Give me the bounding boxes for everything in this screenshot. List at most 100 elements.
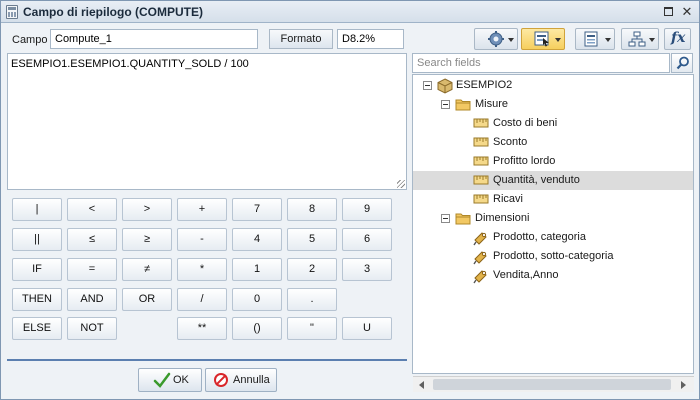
key-button[interactable]: ≥ bbox=[122, 228, 172, 251]
key-button[interactable]: | bbox=[12, 198, 62, 221]
field-name-input[interactable] bbox=[50, 29, 258, 49]
title-bar[interactable]: Campo di riepilogo (COMPUTE) ✕ bbox=[1, 1, 699, 23]
fields-tree: ESEMPIO2 Misure Costo di beni Sconto Profi… bbox=[412, 74, 694, 374]
key-button[interactable]: 5 bbox=[287, 228, 337, 251]
key-button[interactable]: AND bbox=[67, 288, 117, 311]
cancel-label: Annulla bbox=[233, 374, 270, 386]
key-button[interactable]: 3 bbox=[342, 258, 392, 281]
function-button[interactable]: fx bbox=[664, 28, 691, 50]
scroll-right-icon[interactable] bbox=[681, 381, 686, 389]
field-label: Campo bbox=[12, 34, 48, 46]
key-button[interactable]: THEN bbox=[12, 288, 62, 311]
settings-button[interactable] bbox=[474, 28, 518, 50]
field-select-icon bbox=[534, 31, 549, 47]
ok-label: OK bbox=[173, 374, 189, 386]
field-select-button[interactable] bbox=[521, 28, 565, 50]
key-button[interactable]: U bbox=[342, 317, 392, 340]
key-button[interactable]: NOT bbox=[67, 317, 117, 340]
key-button[interactable]: 0 bbox=[232, 288, 282, 311]
tree-node-measure[interactable]: Ricavi bbox=[413, 190, 693, 209]
key-button[interactable]: 8 bbox=[287, 198, 337, 221]
key-button[interactable]: || bbox=[12, 228, 62, 251]
key-button[interactable]: IF bbox=[12, 258, 62, 281]
tree-label: Prodotto, sotto-categoria bbox=[493, 250, 614, 262]
tree-label: Misure bbox=[475, 98, 509, 110]
key-button[interactable]: / bbox=[177, 288, 227, 311]
hierarchy-button[interactable] bbox=[621, 28, 659, 50]
tree-node-root[interactable]: ESEMPIO2 bbox=[413, 76, 693, 95]
resize-grip[interactable] bbox=[397, 180, 405, 188]
close-button[interactable]: ✕ bbox=[680, 5, 694, 19]
maximize-button[interactable] bbox=[661, 5, 675, 19]
tree-label: Prodotto, categoria bbox=[493, 231, 586, 243]
key-button[interactable]: ** bbox=[177, 317, 227, 340]
cancel-icon bbox=[214, 373, 228, 387]
checkmark-icon bbox=[153, 372, 171, 388]
layout-button[interactable] bbox=[575, 28, 615, 50]
layout-icon bbox=[584, 31, 598, 47]
key-button[interactable]: 7 bbox=[232, 198, 282, 221]
tree-label: Vendita,Anno bbox=[493, 269, 559, 281]
measure-icon bbox=[473, 194, 489, 204]
divider bbox=[7, 359, 407, 361]
tree-label: Dimensioni bbox=[475, 212, 530, 224]
key-button[interactable]: > bbox=[122, 198, 172, 221]
key-button[interactable]: - bbox=[177, 228, 227, 251]
tree-node-dimensions[interactable]: Dimensioni bbox=[413, 209, 693, 228]
measure-icon bbox=[473, 175, 489, 185]
dimension-icon bbox=[473, 270, 487, 284]
key-button[interactable]: () bbox=[232, 317, 282, 340]
key-button[interactable]: * bbox=[177, 258, 227, 281]
key-button[interactable]: " bbox=[287, 317, 337, 340]
cube-icon bbox=[437, 78, 453, 94]
tree-label: Costo di beni bbox=[493, 117, 558, 129]
tree-label: Ricavi bbox=[493, 193, 523, 205]
key-button[interactable]: 6 bbox=[342, 228, 392, 251]
ok-button[interactable]: OK bbox=[138, 368, 202, 392]
key-button[interactable]: = bbox=[67, 258, 117, 281]
search-input[interactable] bbox=[412, 53, 670, 73]
key-button[interactable]: ≠ bbox=[122, 258, 172, 281]
measure-icon bbox=[473, 118, 489, 128]
key-button[interactable]: 4 bbox=[232, 228, 282, 251]
key-button[interactable]: 2 bbox=[287, 258, 337, 281]
key-button[interactable]: + bbox=[177, 198, 227, 221]
key-button[interactable]: . bbox=[287, 288, 337, 311]
collapse-icon[interactable] bbox=[441, 214, 450, 223]
format-button[interactable]: Formato bbox=[269, 29, 333, 49]
tree-label: ESEMPIO2 bbox=[456, 79, 513, 91]
key-button[interactable]: ELSE bbox=[12, 317, 62, 340]
search-button[interactable] bbox=[671, 53, 693, 73]
tree-node-measure[interactable]: Costo di beni bbox=[413, 114, 693, 133]
tree-node-measure[interactable]: Sconto bbox=[413, 133, 693, 152]
tree-node-dimension[interactable]: Prodotto, categoria bbox=[413, 228, 693, 247]
maximize-icon bbox=[663, 7, 673, 16]
key-button[interactable]: 1 bbox=[232, 258, 282, 281]
collapse-icon[interactable] bbox=[423, 81, 432, 90]
tree-node-measures[interactable]: Misure bbox=[413, 95, 693, 114]
tree-node-dimension[interactable]: Prodotto, sotto-categoria bbox=[413, 247, 693, 266]
scroll-left-icon[interactable] bbox=[419, 381, 424, 389]
function-icon: fx bbox=[671, 30, 686, 46]
cancel-button[interactable]: Annulla bbox=[205, 368, 277, 392]
key-button[interactable]: ≤ bbox=[67, 228, 117, 251]
format-input[interactable] bbox=[337, 29, 404, 49]
key-button[interactable]: OR bbox=[122, 288, 172, 311]
expression-editor[interactable]: ESEMPIO1.ESEMPIO1.QUANTITY_SOLD / 100 bbox=[7, 53, 407, 190]
window-title: Campo di riepilogo (COMPUTE) bbox=[23, 5, 203, 19]
calculator-icon bbox=[6, 5, 18, 19]
tree-label: Profitto lordo bbox=[493, 155, 556, 167]
search-icon bbox=[676, 56, 689, 70]
collapse-icon[interactable] bbox=[441, 100, 450, 109]
gear-icon bbox=[488, 31, 504, 47]
key-button[interactable]: 9 bbox=[342, 198, 392, 221]
measure-icon bbox=[473, 137, 489, 147]
horizontal-scrollbar[interactable] bbox=[413, 376, 694, 392]
tree-node-measure[interactable]: Profitto lordo bbox=[413, 152, 693, 171]
dimension-icon bbox=[473, 232, 487, 246]
key-button[interactable]: < bbox=[67, 198, 117, 221]
tree-node-dimension[interactable]: Vendita,Anno bbox=[413, 266, 693, 285]
measure-icon bbox=[473, 156, 489, 166]
scroll-thumb[interactable] bbox=[433, 379, 671, 390]
tree-node-measure[interactable]: Quantità, venduto bbox=[413, 171, 693, 190]
